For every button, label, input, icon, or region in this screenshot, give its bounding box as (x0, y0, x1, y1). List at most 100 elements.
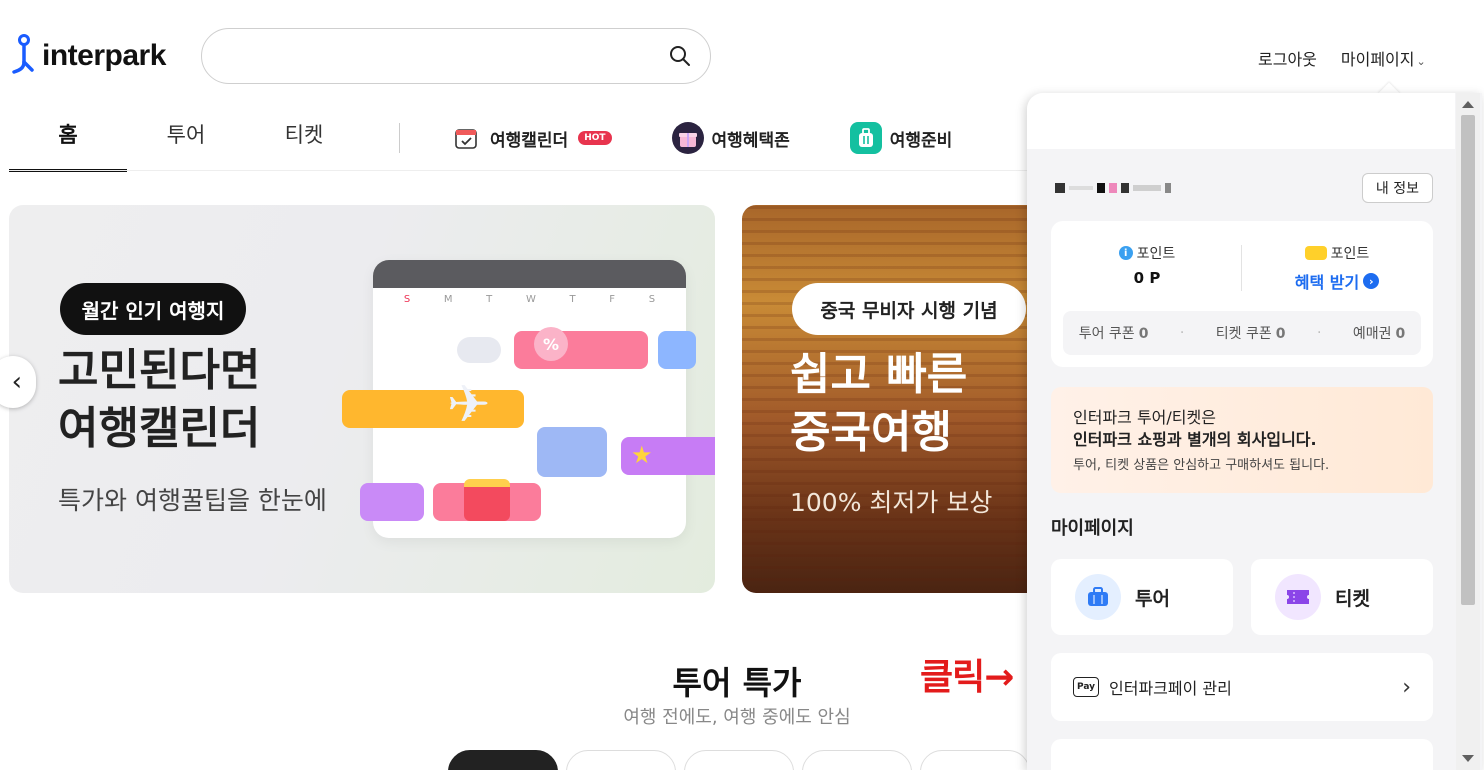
ticket-icon (1275, 574, 1321, 620)
filter-chip[interactable] (448, 750, 558, 770)
tour-category-label: 투어 (1135, 587, 1170, 610)
partner-point-icon (1304, 246, 1327, 260)
filter-chip[interactable] (684, 750, 794, 770)
banner-travel-calendar[interactable]: 월간 인기 여행지 고민된다면 여행캘린더 특가와 여행꿀팁을 한눈에 S M … (9, 205, 715, 593)
scroll-down-arrow-icon[interactable] (1462, 755, 1474, 762)
redacted-pixel (1055, 183, 1065, 193)
panel-top-area (1027, 93, 1455, 149)
nav-travel-prep-label: 여행준비 (889, 130, 953, 151)
scroll-up-arrow-icon[interactable] (1462, 101, 1474, 108)
calendar-bar-yellow (342, 390, 524, 428)
ticket-coupon[interactable]: 티켓 쿠폰 0 (1216, 323, 1286, 343)
separator-dot: · (1179, 325, 1185, 341)
filter-chip[interactable] (920, 750, 1030, 770)
i-point-label-row: i 포인트 (1057, 243, 1237, 263)
my-info-button[interactable]: 내 정보 (1361, 173, 1433, 203)
banner-title-line2: 중국여행 (790, 407, 952, 458)
tab-ticket[interactable]: 티켓 (245, 104, 363, 172)
redacted-pixel (1097, 183, 1105, 193)
voucher-label: 예매권 (1352, 326, 1392, 342)
logout-link[interactable]: 로그아웃 (1258, 46, 1317, 70)
benefit-link[interactable]: 혜택 받기 › (1247, 269, 1427, 293)
tour-coupon[interactable]: 투어 쿠폰 0 (1079, 323, 1149, 343)
redacted-pixel (1165, 183, 1171, 193)
i-point-label: 포인트 (1136, 246, 1176, 262)
nav-travel-benefits-label: 여행혜택존 (711, 130, 790, 151)
i-point-value: 0 P (1133, 269, 1161, 287)
separator-dot: · (1316, 325, 1322, 341)
cloud-icon (457, 337, 501, 363)
chevron-down-icon: ⌄ (1416, 55, 1426, 68)
search-icon[interactable] (668, 44, 692, 68)
panel-scrollbar[interactable] (1456, 93, 1480, 770)
voucher[interactable]: 예매권 0 (1353, 323, 1405, 343)
interpark-logo[interactable]: interpark (8, 34, 166, 78)
ticket-category-card[interactable]: 티켓 (1251, 559, 1433, 635)
calendar-weekdays: S M T W T F S (373, 288, 686, 305)
notice-line2: 인터파크 쇼핑과 별개의 회사입니다. (1073, 430, 1317, 449)
account-links: 로그아웃 마이페이지 ⌄ (1258, 46, 1426, 70)
search-bar[interactable] (201, 28, 711, 84)
star-icon: ★ (631, 441, 653, 469)
redacted-pixel (1121, 183, 1129, 193)
hot-badge: HOT (578, 131, 612, 145)
redacted-pixel (1133, 185, 1161, 191)
tour-category-card[interactable]: 투어 (1051, 559, 1233, 635)
tab-home[interactable]: 홈 (9, 104, 127, 172)
nav-travel-prep[interactable]: 여행준비 (849, 122, 953, 154)
gift-icon (671, 122, 704, 154)
points-divider (1241, 245, 1242, 291)
notice-line3: 투어, 티켓 상품은 안심하고 구매하셔도 됩니다. (1073, 458, 1330, 473)
banner-title-line1: 고민된다면 (58, 345, 261, 396)
partner-point-label: 포인트 (1330, 246, 1370, 262)
calendar-bar-blue (658, 331, 696, 369)
next-menu-item[interactable] (1051, 739, 1433, 770)
brand-name: interpark (42, 39, 166, 72)
weekday-label: T (486, 294, 493, 305)
filter-chip[interactable] (802, 750, 912, 770)
tour-coupon-label: 투어 쿠폰 (1078, 326, 1135, 342)
calendar-bar-lilac (360, 483, 424, 521)
points-card: i 포인트 0 P 포인트 혜택 받기 › 투어 쿠폰0 · 티켓 쿠폰0 (1051, 221, 1433, 367)
weekday-label: W (525, 294, 536, 305)
i-point-icon: i (1118, 246, 1133, 260)
banner-subtitle: 100% 최저가 보상 (790, 488, 993, 517)
filter-chips (448, 750, 1030, 770)
nav-underline (9, 170, 1029, 171)
search-input[interactable] (222, 43, 652, 71)
tab-tour[interactable]: 투어 (127, 104, 245, 172)
company-notice: 인터파크 투어/티켓은 인터파크 쇼핑과 별개의 회사입니다. 투어, 티켓 상… (1051, 387, 1433, 493)
hotel-icon (537, 427, 607, 477)
weekday-label: S (403, 294, 411, 305)
calendar-icon (450, 122, 482, 154)
banner-title-line1: 쉽고 빠른 (790, 349, 968, 400)
ticket-coupon-count: 0 (1275, 326, 1286, 342)
ticket-category-label: 티켓 (1335, 587, 1370, 610)
interpark-pay-manage-item[interactable]: Pay 인터파크페이 관리 › (1051, 653, 1433, 721)
pay-manage-label: 인터파크페이 관리 (1109, 679, 1232, 698)
banner-subtitle: 특가와 여행꿀팁을 한눈에 (58, 486, 327, 515)
scroll-thumb[interactable] (1461, 115, 1475, 605)
luggage-icon (849, 122, 882, 154)
voucher-count: 0 (1395, 326, 1406, 342)
partner-point-label-row: 포인트 (1247, 243, 1427, 263)
page: interpark 로그아웃 마이페이지 ⌄ 홈 투어 티켓 여행캘린더 HOT … (0, 0, 1484, 770)
calendar-bar-pink (514, 331, 648, 369)
chevron-right-circle-icon: › (1363, 273, 1380, 289)
partner-point-column[interactable]: 포인트 혜택 받기 › (1247, 243, 1427, 293)
main-nav: 홈 투어 티켓 여행캘린더 HOT 여행혜택존 여행준비 (9, 104, 1012, 172)
chevron-left-icon: ‹ (11, 367, 22, 397)
nav-travel-benefits[interactable]: 여행혜택존 (671, 122, 790, 154)
filter-chip[interactable] (566, 750, 676, 770)
nav-travel-calendar[interactable]: 여행캘린더 HOT (450, 122, 612, 154)
section-subtitle: 여행 전에도, 여행 중에도 안심 (623, 707, 851, 728)
i-point-column[interactable]: i 포인트 0 P (1057, 243, 1237, 287)
airplane-icon: ✈ (447, 375, 491, 435)
mypage-link[interactable]: 마이페이지 ⌄ (1341, 46, 1426, 70)
ticket-coupon-label: 티켓 쿠폰 (1215, 326, 1272, 342)
click-annotation: 클릭→ (920, 657, 1014, 698)
banner-tag: 중국 무비자 시행 기념 (792, 283, 1026, 335)
pay-icon: Pay (1073, 677, 1099, 697)
banner-china-travel[interactable]: 중국 무비자 시행 기념 쉽고 빠른 중국여행 100% 최저가 보상 (742, 205, 1042, 593)
nav-divider (399, 123, 400, 153)
